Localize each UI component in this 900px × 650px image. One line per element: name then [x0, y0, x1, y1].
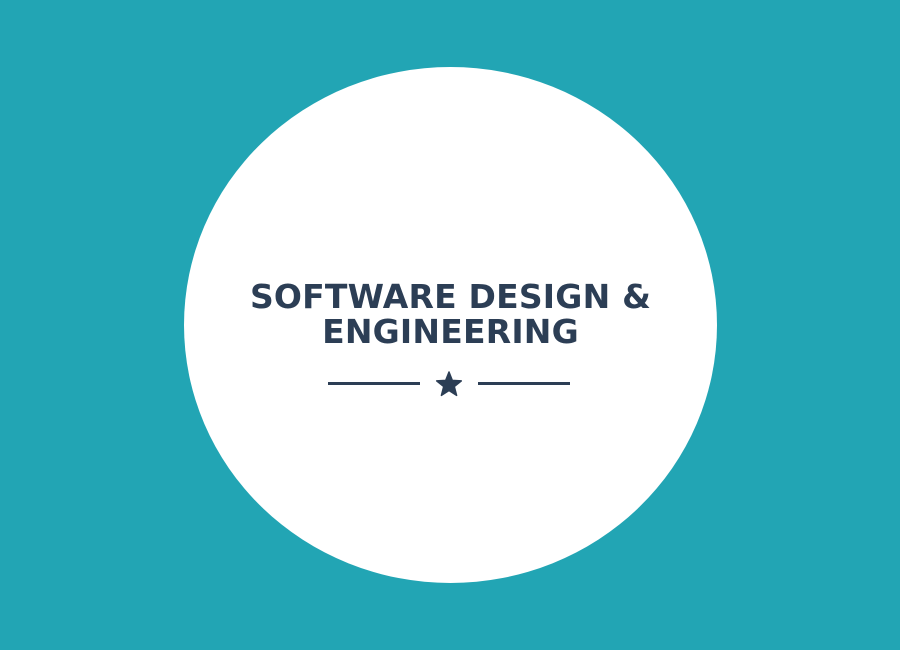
title-line-1: SOFTWARE DESIGN & — [249, 277, 652, 316]
page-title: SOFTWARE DESIGN & ENGINEERING — [184, 279, 717, 349]
title-line-2: ENGINEERING — [322, 312, 579, 351]
divider-line-right — [478, 382, 570, 385]
divider-line-left — [328, 382, 420, 385]
star-divider — [328, 370, 570, 398]
star-icon — [435, 371, 463, 397]
